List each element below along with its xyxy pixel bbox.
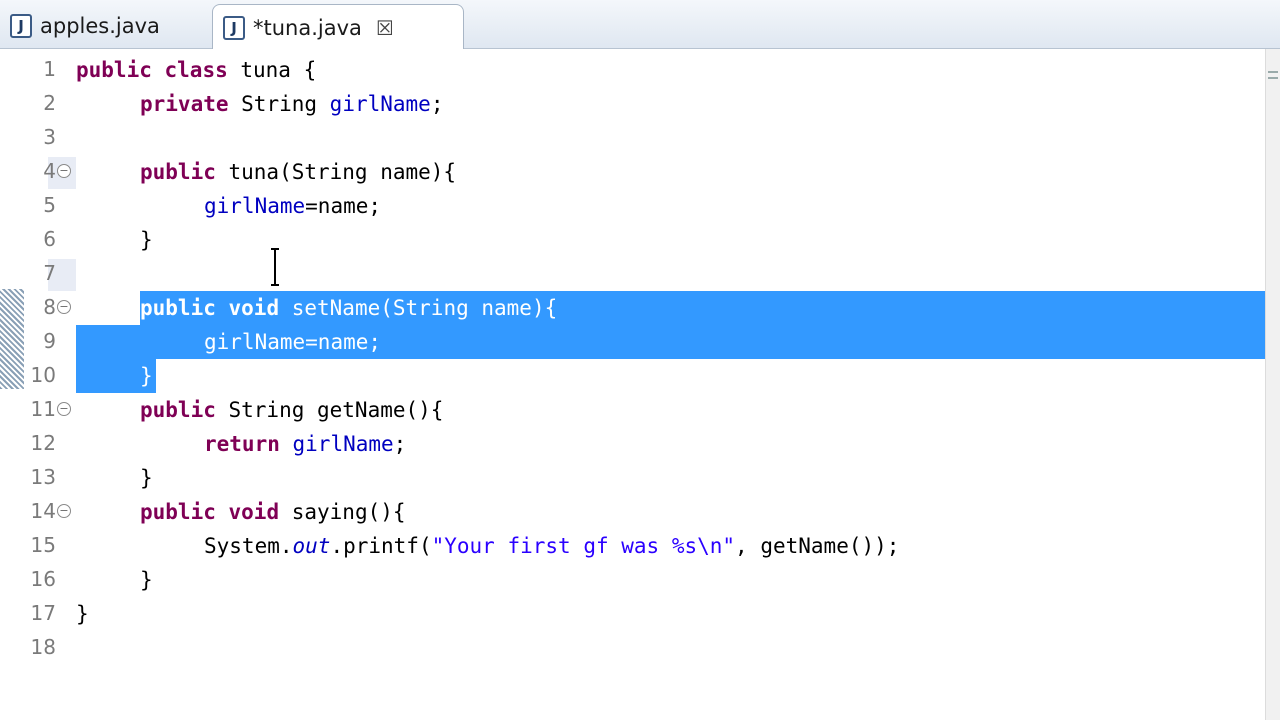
text-cursor-icon [271, 248, 279, 286]
field-name: girlName [329, 92, 431, 116]
keyword: public [76, 58, 152, 82]
line-number: 10 [30, 363, 56, 387]
code-line-17: } [76, 597, 89, 631]
keyword: public [140, 160, 216, 184]
line-number: 4 [43, 159, 56, 183]
tab-tuna-java[interactable]: J *tuna.java ☒ [212, 4, 464, 50]
keyword: void [228, 500, 280, 524]
code-text: } [140, 228, 153, 252]
keyword: private [140, 92, 229, 116]
code-line-12: return girlName; [204, 427, 406, 461]
editor-tab-bar: J apples.java J *tuna.java ☒ [0, 0, 1280, 50]
vertical-scrollbar[interactable] [1265, 49, 1280, 720]
keyword: return [204, 432, 280, 456]
tab-label: *tuna.java [253, 15, 362, 40]
line-number: 13 [30, 465, 56, 489]
line-number: 3 [43, 125, 56, 149]
line-number: 14 [30, 499, 56, 523]
code-text: } [76, 602, 89, 626]
code-text: .printf( [330, 534, 432, 558]
code-text: saying(){ [279, 500, 406, 524]
static-field: out [292, 534, 331, 558]
code-line-16: } [140, 563, 153, 597]
keyword: public [140, 398, 216, 422]
line-number: 6 [43, 227, 56, 251]
java-file-icon: J [10, 14, 32, 38]
code-text: tuna(String name){ [215, 160, 457, 184]
code-line-8: public void setName(String name){ [140, 291, 557, 325]
line-number: 1 [43, 57, 56, 81]
code-line-9: girlName=name; [204, 325, 381, 359]
line-number: 9 [43, 329, 56, 353]
code-editor[interactable]: 1 2 3 4 5 6 7 8 9 10 11 12 13 14 15 16 1… [0, 49, 1280, 720]
close-icon[interactable]: ☒ [376, 16, 394, 40]
tab-label: apples.java [40, 14, 160, 38]
code-line-2: private String girlName; [140, 87, 443, 121]
code-text: String getName(){ [215, 398, 444, 422]
code-line-6: } [140, 223, 153, 257]
code-line-5: girlName=name; [204, 189, 381, 223]
fold-collapse-icon[interactable]: − [57, 300, 71, 314]
code-area[interactable]: public class tuna { private String girlN… [76, 49, 1266, 720]
string-literal: "Your first gf was %s\n" [431, 534, 736, 558]
java-file-icon: J [223, 15, 245, 40]
line-number-gutter: 1 2 3 4 5 6 7 8 9 10 11 12 13 14 15 16 1… [24, 49, 76, 720]
field-name: girlName [204, 330, 306, 354]
code-text: tuna { [227, 58, 317, 82]
fold-collapse-icon[interactable]: − [57, 504, 71, 518]
code-text: System. [204, 534, 293, 558]
code-text: String [228, 92, 330, 116]
code-text: } [140, 466, 153, 490]
ruler-tick [1268, 77, 1278, 79]
keyword: class [164, 58, 228, 82]
field-name: girlName [292, 432, 394, 456]
tab-apples-java[interactable]: J apples.java [0, 4, 212, 48]
field-name: girlName [204, 194, 306, 218]
code-line-14: public void saying(){ [140, 495, 406, 529]
line-number: 17 [30, 601, 56, 625]
line-number: 15 [30, 533, 56, 557]
line-number: 11 [30, 397, 56, 421]
code-text: ; [430, 92, 444, 116]
fold-collapse-icon[interactable]: − [57, 164, 71, 178]
code-text: } [140, 364, 153, 388]
code-line-10: } [140, 359, 153, 393]
ruler-tick [1268, 71, 1278, 73]
code-line-4: public tuna(String name){ [140, 155, 456, 189]
line-number: 7 [43, 261, 56, 285]
code-line-11: public String getName(){ [140, 393, 443, 427]
overview-ruler [0, 49, 24, 720]
code-text: =name; [305, 194, 382, 218]
code-line-13: } [140, 461, 153, 495]
keyword: public [140, 296, 216, 320]
keyword: public [140, 500, 216, 524]
code-text: , getName()); [735, 534, 900, 558]
line-number: 16 [30, 567, 56, 591]
code-text: ; [393, 432, 407, 456]
line-number: 2 [43, 91, 56, 115]
code-line-15: System.out.printf("Your first gf was %s\… [204, 529, 899, 563]
code-text: setName(String name){ [279, 296, 558, 320]
keyword: void [228, 296, 280, 320]
line-number: 8 [43, 295, 56, 319]
code-line-1: public class tuna { [76, 53, 316, 87]
line-number: 5 [43, 193, 56, 217]
code-text: =name; [305, 330, 382, 354]
selection-marker [0, 289, 24, 389]
code-text: } [140, 568, 153, 592]
fold-collapse-icon[interactable]: − [57, 402, 71, 416]
line-number: 18 [30, 635, 56, 659]
line-number: 12 [30, 431, 56, 455]
